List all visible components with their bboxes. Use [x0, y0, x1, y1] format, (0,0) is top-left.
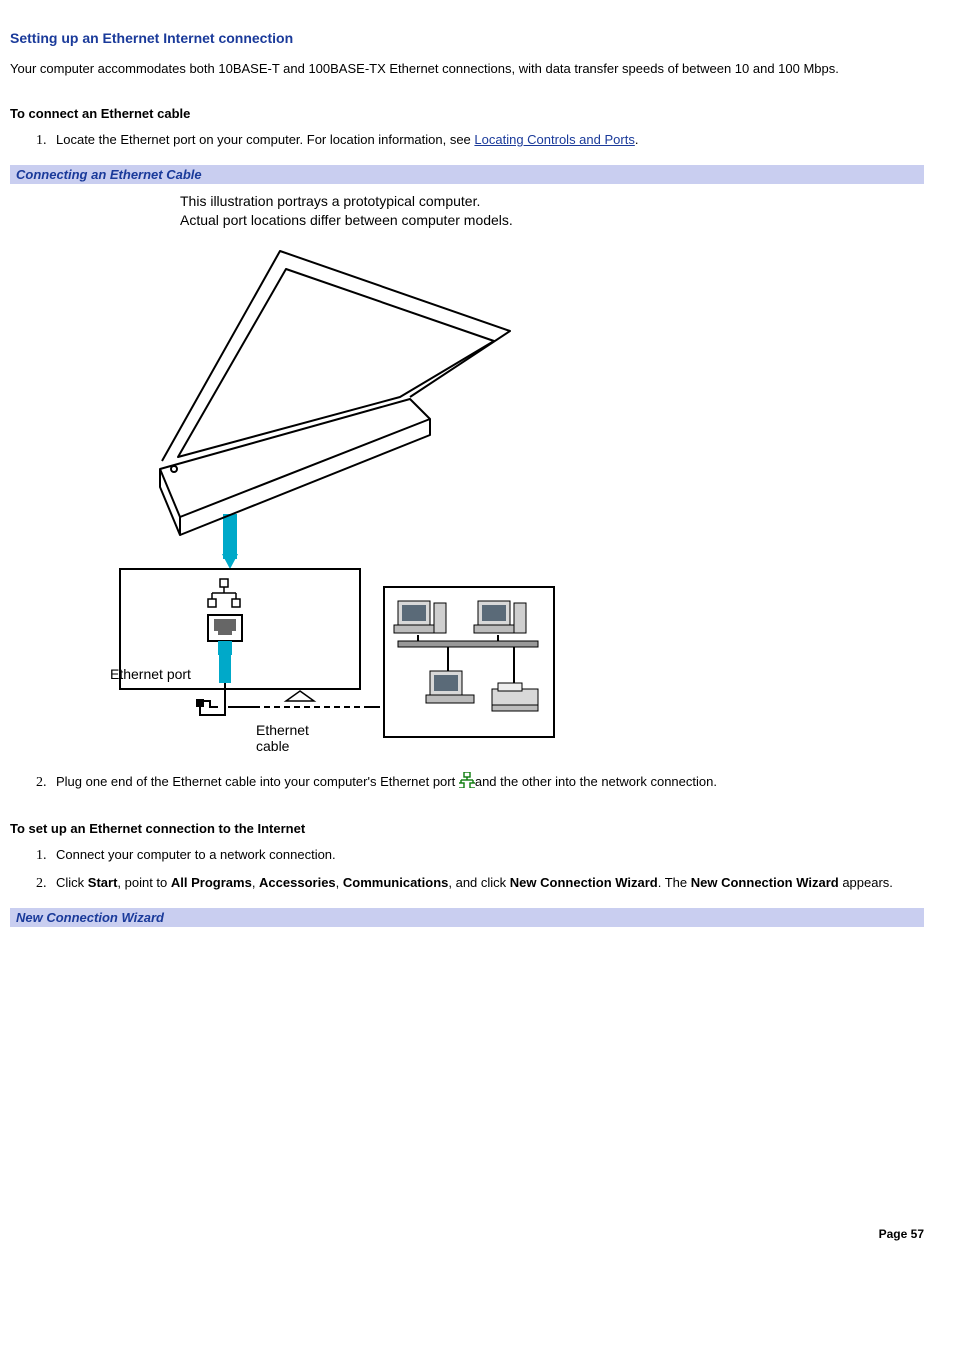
ethernet-diagram: Ethernet port Ethernet cable: [100, 239, 924, 762]
ethernet-cable-label-l1: Ethernet: [256, 722, 309, 738]
ethernet-cable-label-l2: cable: [256, 738, 290, 754]
page-number: Page 57: [10, 1227, 924, 1241]
list-item: Connect your computer to a network conne…: [50, 846, 924, 864]
network-port-icon: [459, 772, 475, 793]
illustration-caption: This illustration portrays a prototypica…: [180, 192, 924, 228]
figure-heading-bar: New Connection Wizard: [10, 908, 924, 927]
list-item: Locate the Ethernet port on your compute…: [50, 131, 924, 149]
list-item: Plug one end of the Ethernet cable into …: [50, 772, 924, 793]
intro-paragraph: Your computer accommodates both 10BASE-T…: [10, 60, 924, 78]
caption-line1: This illustration portrays a prototypica…: [180, 193, 480, 209]
step1-text-post: .: [635, 132, 639, 147]
ethernet-port-label: Ethernet port: [110, 666, 191, 682]
step2-text-pre: Plug one end of the Ethernet cable into …: [56, 774, 459, 789]
step2-text-post: and the other into the network connectio…: [475, 774, 717, 789]
subheading-setup-connection: To set up an Ethernet connection to the …: [10, 821, 924, 836]
subheading-connect-cable: To connect an Ethernet cable: [10, 106, 924, 121]
list-item: Click Start, point to All Programs, Acce…: [50, 874, 924, 892]
figure-heading-bar: Connecting an Ethernet Cable: [10, 165, 924, 184]
caption-line2: Actual port locations differ between com…: [180, 212, 513, 228]
page-title: Setting up an Ethernet Internet connecti…: [10, 30, 924, 46]
ethernet-diagram-svg: Ethernet port Ethernet cable: [100, 239, 560, 759]
step1-text-pre: Locate the Ethernet port on your compute…: [56, 132, 474, 147]
locating-controls-link[interactable]: Locating Controls and Ports: [474, 132, 634, 147]
